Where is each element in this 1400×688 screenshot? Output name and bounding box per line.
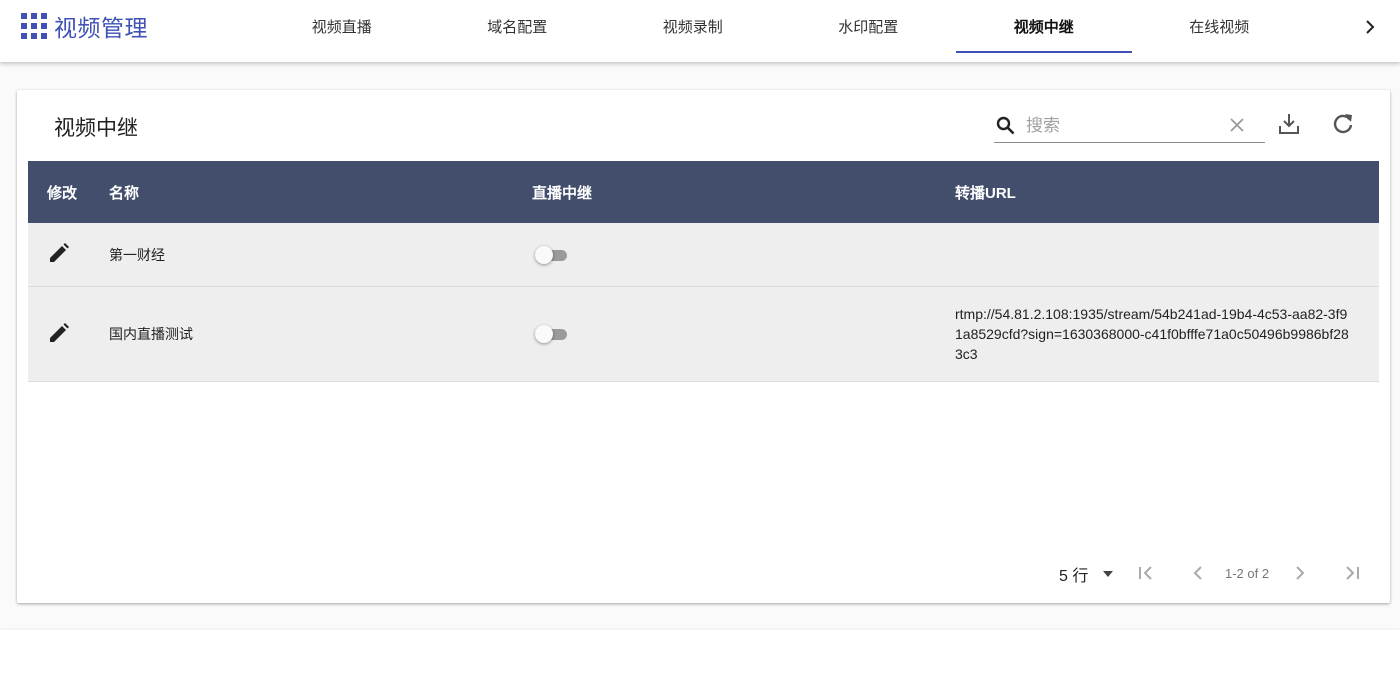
relay-toggle[interactable] (535, 325, 569, 343)
row-name: 国内直播测试 (109, 326, 193, 342)
relay-card: 视频中继 修改 名称 直播中继 转播URL 第一财经 (17, 90, 1390, 603)
download-icon[interactable] (1277, 112, 1301, 141)
chevron-right-icon[interactable] (1352, 14, 1388, 40)
tab-recording[interactable]: 视频录制 (605, 0, 781, 53)
row-url: rtmp://54.81.2.108:1935/stream/54b241ad-… (955, 306, 1349, 362)
page-title: 视频中继 (54, 117, 138, 140)
pagination: 5 行 1-2 of 2 (17, 560, 1390, 586)
tab-watermark[interactable]: 水印配置 (781, 0, 957, 53)
tab-live[interactable]: 视频直播 (254, 0, 430, 53)
column-header-edit[interactable]: 修改 (47, 161, 77, 223)
next-page-icon[interactable] (1289, 562, 1311, 584)
column-header-relay[interactable]: 直播中继 (532, 161, 592, 223)
table-row: 第一财经 (28, 223, 1379, 287)
relay-table: 修改 名称 直播中继 转播URL 第一财经 国内直播测试 rtmp://54.8… (28, 161, 1379, 382)
row-name: 第一财经 (109, 246, 165, 263)
tab-relay[interactable]: 视频中继 (956, 0, 1132, 53)
apps-grid-icon[interactable] (21, 13, 47, 39)
table-header: 修改 名称 直播中继 转播URL (28, 161, 1379, 223)
nav-tabs: 视频直播 域名配置 视频录制 水印配置 视频中继 在线视频 (254, 0, 1307, 53)
table-row: 国内直播测试 rtmp://54.81.2.108:1935/stream/54… (28, 287, 1379, 382)
pencil-icon[interactable] (48, 322, 70, 347)
tab-domain-config[interactable]: 域名配置 (430, 0, 606, 53)
rows-per-page-value: 5 行 (1059, 568, 1089, 585)
search-icon (996, 116, 1016, 141)
footer-area (0, 630, 1400, 688)
search-input[interactable] (1026, 114, 1226, 138)
first-page-icon[interactable] (1135, 562, 1157, 584)
row-url (955, 223, 1355, 286)
pencil-icon[interactable] (48, 242, 70, 267)
brand[interactable]: 视频管理 (21, 12, 148, 41)
last-page-icon[interactable] (1341, 562, 1363, 584)
top-app-bar: 视频管理 视频直播 域名配置 视频录制 水印配置 视频中继 在线视频 (0, 0, 1400, 62)
close-icon[interactable] (1229, 117, 1245, 138)
rows-per-page-select[interactable]: 5 行 (1059, 562, 1114, 586)
prev-page-icon[interactable] (1187, 562, 1209, 584)
page-range: 1-2 of 2 (1225, 566, 1270, 581)
column-header-name[interactable]: 名称 (109, 161, 139, 223)
relay-toggle[interactable] (535, 245, 569, 264)
tab-online-video[interactable]: 在线视频 (1132, 0, 1308, 53)
column-header-url[interactable]: 转播URL (955, 161, 1016, 223)
app-title: 视频管理 (54, 15, 148, 41)
refresh-icon[interactable] (1331, 112, 1355, 141)
search-box (994, 109, 1265, 143)
caret-down-icon (1102, 565, 1114, 583)
